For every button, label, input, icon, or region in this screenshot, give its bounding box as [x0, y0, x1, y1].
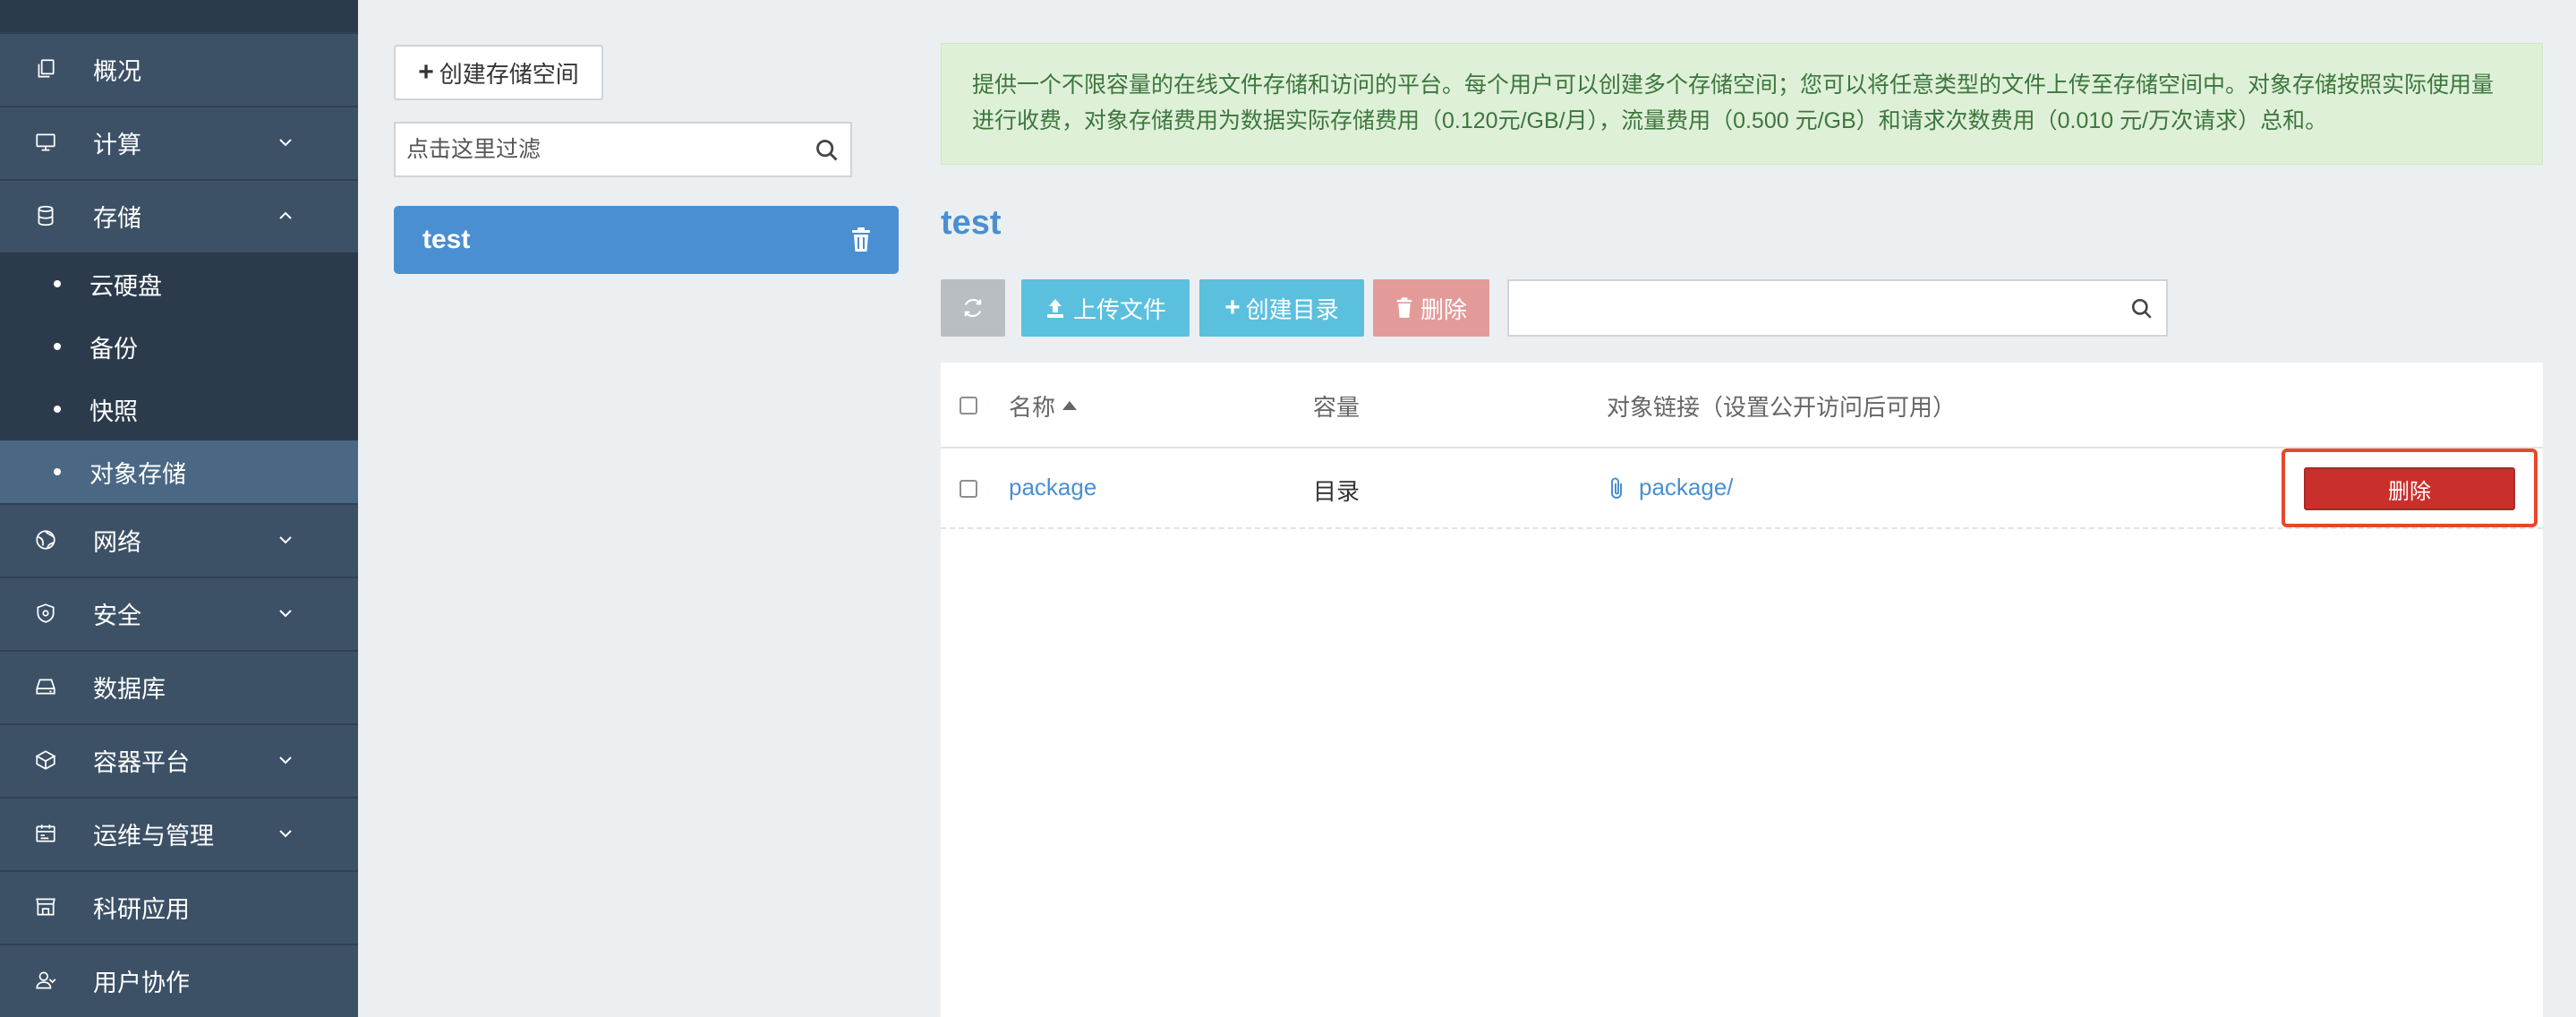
bucket-filter	[394, 122, 852, 177]
row-checkbox[interactable]	[960, 480, 977, 498]
upload-icon	[1046, 299, 1063, 318]
plus-icon: +	[1224, 293, 1241, 322]
sidebar-item-compute[interactable]: 计算	[0, 106, 358, 177]
bullet-dot	[54, 343, 61, 350]
calendar-icon	[34, 822, 57, 845]
sidebar-subitem-label: 云硬盘	[90, 272, 162, 300]
sidebar-subitem-cloud-disk[interactable]: 云硬盘	[0, 252, 358, 315]
select-all-checkbox[interactable]	[960, 397, 977, 414]
bullet-dot	[54, 406, 61, 413]
sidebar-item-container-platform[interactable]: 容器平台	[0, 723, 358, 795]
refresh-button[interactable]	[941, 279, 1005, 337]
chevron-down-icon	[279, 756, 292, 765]
delete-selected-label: 删除	[1420, 295, 1467, 323]
sidebar-item-label: 用户协作	[93, 969, 190, 996]
sidebar-subitem-backup[interactable]: 备份	[0, 315, 358, 378]
sidebar-item-research-apps[interactable]: 科研应用	[0, 870, 358, 942]
sidebar-item-label: 网络	[93, 528, 141, 556]
sidebar-item-user-collab[interactable]: 用户协作	[0, 944, 358, 1015]
sidebar-item-label: 数据库	[93, 675, 166, 703]
sidebar-subitem-label: 对象存储	[90, 460, 186, 488]
sidebar-item-label: 科研应用	[93, 895, 190, 923]
shield-icon	[34, 602, 57, 625]
sidebar-item-storage[interactable]: 存储	[0, 179, 358, 251]
sidebar-item-ops[interactable]: 运维与管理	[0, 797, 358, 868]
sidebar-item-network[interactable]: 网络	[0, 503, 358, 575]
name-column-header[interactable]: 名称	[1009, 389, 1078, 423]
row-object-link-text: package/	[1639, 474, 1734, 500]
chevron-down-icon	[279, 830, 292, 838]
upload-file-button[interactable]: 上传文件	[1021, 279, 1190, 337]
refresh-icon	[964, 299, 982, 317]
sidebar-item-database[interactable]: 数据库	[0, 650, 358, 722]
database-icon	[34, 204, 57, 227]
table-row: package 目录 package/ 删除	[941, 449, 2543, 529]
sidebar-subitem-label: 快照	[90, 397, 138, 425]
sidebar-subitem-snapshot[interactable]: 快照	[0, 378, 358, 440]
upload-file-label: 上传文件	[1072, 295, 1166, 323]
users-icon	[34, 969, 57, 992]
globe-icon	[34, 528, 57, 551]
copy-icon	[34, 57, 57, 81]
create-directory-label: 创建目录	[1245, 295, 1339, 323]
sidebar-item-label: 运维与管理	[93, 822, 214, 850]
sidebar-item-label: 存储	[93, 204, 141, 232]
monitor-icon	[34, 131, 57, 154]
bucket-filter-input[interactable]	[396, 124, 789, 175]
link-column-header: 对象链接（设置公开访问后可用）	[1607, 394, 1957, 421]
sidebar: 概况 计算 存储 云硬盘 备份 快照 对象存储 网络 安全 数据库 容器平台 运…	[0, 0, 358, 1017]
capacity-column-header: 容量	[1313, 394, 1361, 421]
bucket-item-test[interactable]: test	[394, 206, 899, 274]
info-banner: 提供一个不限容量的在线文件存储和访问的平台。每个用户可以创建多个存储空间；您可以…	[941, 43, 2543, 165]
sidebar-subitem-label: 备份	[90, 335, 138, 363]
cube-icon	[34, 748, 57, 772]
sidebar-item-overview[interactable]: 概况	[0, 32, 358, 104]
store-icon	[34, 895, 57, 919]
trash-icon	[1396, 297, 1412, 318]
paperclip-icon	[1611, 477, 1622, 499]
sidebar-item-security[interactable]: 安全	[0, 577, 358, 648]
bullet-dot	[54, 280, 61, 287]
sort-asc-icon	[1062, 401, 1078, 410]
sidebar-item-label: 计算	[93, 131, 141, 158]
sidebar-top-strip	[0, 0, 358, 32]
create-bucket-button[interactable]: + 创建存储空间	[394, 45, 603, 100]
create-directory-button[interactable]: + 创建目录	[1199, 279, 1364, 337]
row-name-link[interactable]: package	[1009, 474, 1096, 501]
chevron-down-icon	[279, 536, 292, 544]
row-delete-button[interactable]: 删除	[2304, 467, 2515, 510]
hard-drive-icon	[34, 675, 57, 698]
bucket-title: test	[941, 204, 1002, 242]
sidebar-item-label: 概况	[93, 57, 141, 85]
file-search	[1507, 279, 2168, 337]
search-icon[interactable]	[2130, 297, 2154, 320]
bucket-name: test	[422, 225, 471, 254]
chevron-up-icon	[279, 211, 292, 219]
name-header-label: 名称	[1009, 394, 1056, 421]
delete-selected-button[interactable]: 删除	[1373, 279, 1489, 337]
file-search-input[interactable]	[1509, 281, 2118, 335]
file-table: 名称 容量 对象链接（设置公开访问后可用） package 目录 package…	[941, 363, 2543, 1017]
table-header: 名称 容量 对象链接（设置公开访问后可用）	[941, 363, 2543, 449]
bullet-dot	[54, 468, 61, 475]
sidebar-item-label: 容器平台	[93, 748, 190, 776]
create-bucket-label: 创建存储空间	[439, 60, 579, 88]
chevron-down-icon	[279, 139, 292, 147]
chevron-down-icon	[279, 610, 292, 618]
plus-icon: +	[418, 57, 434, 87]
sidebar-subitem-object-storage[interactable]: 对象存储	[0, 440, 358, 503]
search-icon[interactable]	[815, 138, 840, 163]
row-object-link[interactable]: package/	[1608, 474, 1734, 501]
trash-icon[interactable]	[850, 227, 872, 252]
row-capacity: 目录	[1313, 478, 1361, 505]
sidebar-item-label: 安全	[93, 602, 141, 629]
